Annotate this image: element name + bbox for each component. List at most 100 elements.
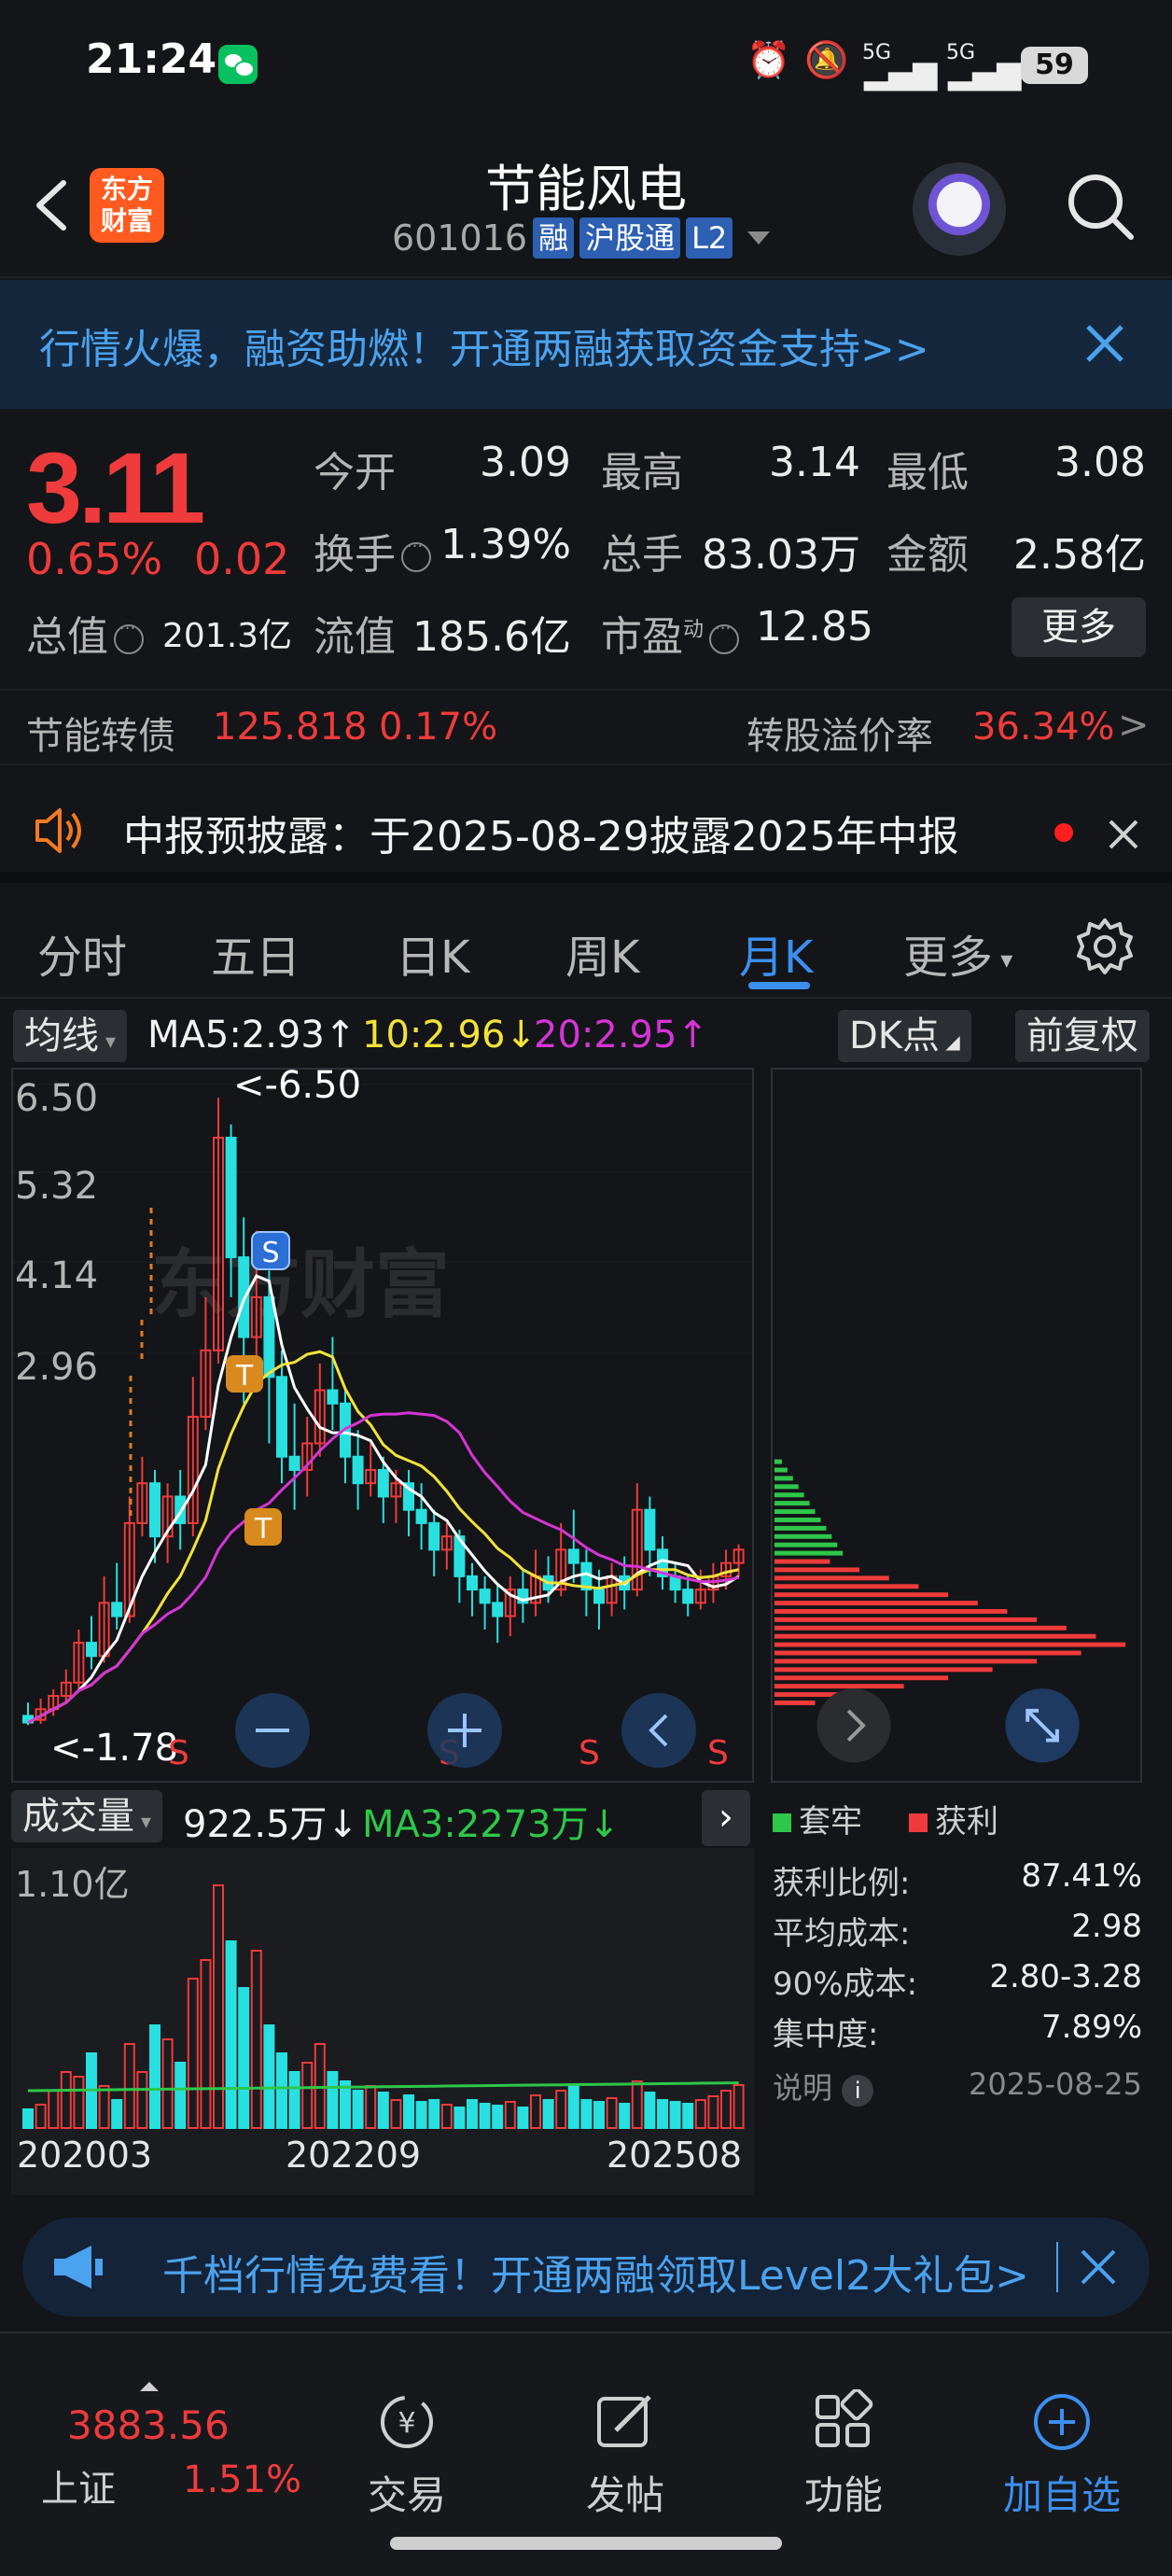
volume-bar [669,2101,681,2129]
volume-bar [136,2071,148,2129]
zoom-out-button[interactable] [235,1693,310,1768]
index-change: 1.51% [183,2458,302,2501]
close-icon[interactable] [1105,816,1142,853]
volume-bar [593,2101,605,2129]
indicator-type-chip[interactable]: 均线 ▾ [13,1010,128,1062]
collapse-panel-button[interactable]: › [702,1790,750,1846]
chip-bar-profit [774,1575,889,1581]
cost-90-label: 90%成本: [773,1966,918,2003]
tab-intraday[interactable]: 分时 [37,920,127,986]
low-label: 最低 [886,449,969,497]
gear-icon[interactable] [1075,917,1135,976]
earnings-notice[interactable]: 中报预披露：于2025-08-29披露2025年中报 [0,775,1172,883]
price-adjust-chip[interactable]: 前复权 [1015,1010,1150,1062]
volume-bar [390,2099,402,2129]
volume-chart[interactable]: 1.10亿 202003 202209 202508 [11,1848,754,2195]
volume-indicator-chip[interactable]: 成交量 ▾ [11,1790,163,1842]
low-value: 3.08 [1054,439,1146,486]
expand-icon[interactable] [1005,1688,1080,1763]
volume-bar [467,2099,478,2129]
chip-bar-trapped [774,1501,810,1506]
margin-promo-banner[interactable]: 行情火爆，融资助燃！开通两融获取资金支持>> [0,280,1172,409]
close-icon[interactable] [1077,2246,1120,2289]
scroll-left-button[interactable] [621,1693,696,1768]
tab-more[interactable]: 更多 ▾ [903,920,1012,986]
chip-bar-trapped [774,1542,838,1547]
chart-period-tabs: 分时 五日 日K 周K 月K 更多 ▾ [0,896,1172,999]
stock-name[interactable]: 节能风电 [399,147,773,221]
chip-bar-profit [774,1609,1008,1614]
volume-y-tick: 1.10亿 [15,1864,130,1905]
volume-bar [48,2090,60,2129]
back-icon[interactable] [28,177,75,233]
candle-down [567,1548,579,1564]
nav-add-watchlist[interactable]: 加自选 [969,2389,1155,2521]
scroll-right-button[interactable] [816,1688,891,1763]
volume-bar [720,2090,732,2129]
volume-bar [504,2101,516,2129]
chip-bar-trapped [774,1476,793,1481]
chip-bar-profit [774,1642,1126,1647]
profit-ratio-label: 获利比例: [773,1865,911,1902]
amount-label: 金额 [886,531,969,579]
high-label: 最高 [601,449,683,497]
tab-monthly-k[interactable]: 月K [739,920,813,986]
volume-bar [73,2076,85,2129]
legend-trapped: 套牢 [773,1796,862,1841]
info-icon [709,619,740,654]
stock-code-row[interactable]: 601016 融 沪股通 L2 [392,215,771,261]
candle-down [479,1589,491,1604]
app-logo[interactable]: 东方 财富 [90,168,164,243]
ma10-value: 10:2.96↓ [362,1014,537,1057]
tab-daily-k[interactable]: 日K [396,920,469,986]
volume-bar [517,2107,529,2129]
stock-header: 东方 财富 节能风电 601016 融 沪股通 L2 [0,131,1172,278]
pe-label: 市盈动 [601,603,740,663]
chip-distribution-chart[interactable] [771,1068,1142,1783]
chip-bar-trapped [774,1550,844,1556]
info-icon [401,537,431,572]
status-time: 21:24 [86,35,217,83]
legend-swatch-red [909,1813,928,1832]
volume-bar [263,2024,275,2129]
index-value[interactable]: 3883.56 [67,2402,230,2448]
tab-weekly-k[interactable]: 周K [565,920,639,986]
convertible-bond-row[interactable]: 节能转债 125.818 0.17% 转股溢价率 36.34% > [0,689,1172,765]
max-price-marker: <-6.50 [233,1068,361,1107]
nav-functions[interactable]: 功能 [750,2387,937,2521]
dk-point-chip[interactable]: DK点 ◢ [838,1010,971,1062]
robot-assistant-icon[interactable] [913,162,1006,256]
promo-text: 千档行情免费看！开通两融领取Level2大礼包> [162,2252,1030,2300]
concentration-value: 7.89% [1040,2009,1142,2046]
tab-five-day[interactable]: 五日 [211,920,300,986]
monthly-k-chart[interactable]: 东方财富 6.505.324.142.96 <-6.50 <-1.78 S T … [11,1068,754,1783]
index-name: 上证 [41,2468,116,2511]
profit-ratio-value: 87.41% [1021,1857,1142,1895]
expand-caret-icon[interactable] [140,2382,159,2391]
level2-promo-banner[interactable]: 千档行情免费看！开通两融领取Level2大礼包> [22,2218,1150,2317]
nav-post[interactable]: 发帖 [532,2389,719,2521]
volume-bar [35,2104,47,2129]
chip-date: 2025-08-25 [969,2066,1142,2102]
yen-cycle-icon: ¥ [381,2396,433,2448]
search-icon[interactable] [1064,170,1137,243]
chip-bar-trapped [774,1492,804,1498]
volume-bar [530,2094,541,2129]
volume-bar [694,2099,706,2129]
close-icon[interactable] [1079,317,1131,370]
mute-icon: 🔕 [804,39,849,80]
volume-bar [479,2103,491,2129]
explain-link[interactable]: 说明 i [773,2065,874,2107]
more-button[interactable]: 更多 [1012,597,1146,657]
chip-bar-trapped [774,1517,821,1522]
home-indicator [390,2537,782,2550]
wechat-notification-icon [218,45,258,84]
legend-profit: 获利 [909,1796,998,1841]
megaphone-icon [54,2246,103,2289]
chip-bar-profit [774,1650,1081,1656]
y-axis-ticks: 6.50 5.32 4.14 2.96 [15,1077,98,1389]
nav-trade[interactable]: ¥ 交易 [314,2389,500,2521]
volume-bar [276,2052,287,2129]
candle-down [593,1589,605,1604]
zoom-in-button[interactable] [427,1693,502,1768]
